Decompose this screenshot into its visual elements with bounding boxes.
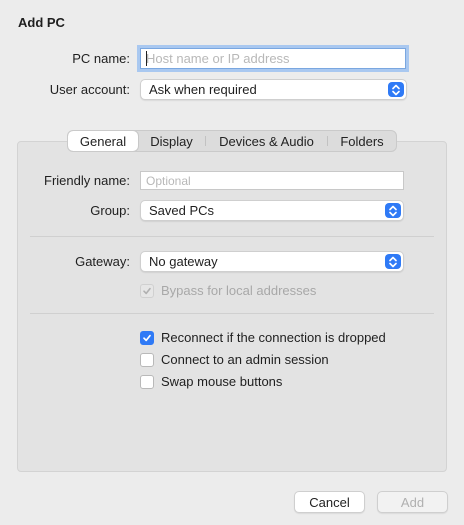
chevron-updown-icon — [385, 203, 401, 218]
tab-display-label: Display — [150, 133, 193, 149]
tab-folders[interactable]: Folders — [328, 131, 396, 151]
tab-display[interactable]: Display — [138, 131, 205, 151]
reconnect-checkbox[interactable]: Reconnect if the connection is dropped — [140, 330, 386, 345]
tab-bar: General Display Devices & Audio Folders — [67, 130, 397, 152]
bypass-local-checkbox[interactable]: Bypass for local addresses — [140, 283, 316, 298]
bypass-local-label: Bypass for local addresses — [161, 283, 317, 298]
cancel-button[interactable]: Cancel — [294, 491, 365, 513]
user-account-label: User account: — [49, 82, 130, 97]
user-account-popup[interactable]: Ask when required — [140, 79, 407, 100]
checkbox-box — [140, 352, 154, 367]
chevron-updown-icon — [388, 82, 404, 97]
tab-general[interactable]: General — [68, 131, 138, 151]
gateway-label: Gateway: — [75, 254, 130, 269]
add-button[interactable]: Add — [377, 491, 448, 513]
group-popup[interactable]: Saved PCs — [140, 200, 404, 221]
checkbox-box — [140, 374, 154, 389]
section-divider — [30, 313, 434, 314]
tab-folders-label: Folders — [340, 133, 384, 149]
group-value: Saved PCs — [149, 203, 215, 218]
group-label: Group: — [90, 203, 130, 218]
friendly-name-input[interactable] — [140, 171, 404, 190]
swap-mouse-label: Swap mouse buttons — [161, 374, 283, 389]
friendly-name-label: Friendly name: — [44, 173, 130, 188]
tab-general-label: General — [79, 133, 127, 149]
swap-mouse-checkbox[interactable]: Swap mouse buttons — [140, 374, 282, 389]
checkmark-icon — [140, 283, 154, 298]
checkmark-icon — [140, 330, 154, 345]
dialog-title: Add PC — [18, 15, 65, 30]
text-caret — [146, 51, 147, 66]
pc-name-input[interactable] — [140, 48, 406, 69]
chevron-updown-icon — [385, 254, 401, 269]
tab-devices-audio-label: Devices & Audio — [219, 133, 314, 149]
reconnect-label: Reconnect if the connection is dropped — [161, 330, 386, 345]
tab-devices-audio[interactable]: Devices & Audio — [206, 131, 327, 151]
admin-session-checkbox[interactable]: Connect to an admin session — [140, 352, 329, 367]
tab-panel — [17, 141, 447, 472]
admin-session-label: Connect to an admin session — [161, 352, 329, 367]
section-divider — [30, 236, 434, 237]
user-account-value: Ask when required — [149, 82, 257, 97]
pc-name-label: PC name: — [72, 51, 130, 66]
gateway-value: No gateway — [149, 254, 218, 269]
gateway-popup[interactable]: No gateway — [140, 251, 404, 272]
